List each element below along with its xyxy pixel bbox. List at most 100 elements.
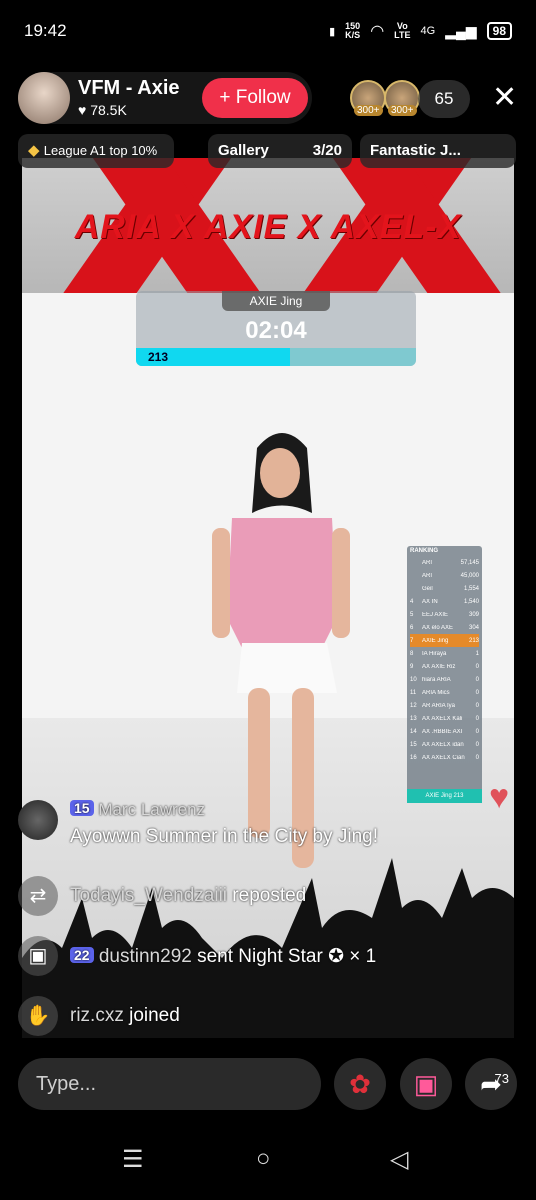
ranking-name: hiara ARIA [422, 676, 451, 683]
speed-indicator: 150 K/S [345, 22, 360, 40]
ranking-name: IA Hiraya [422, 650, 447, 657]
close-icon[interactable]: ✕ [492, 83, 517, 113]
chat-username[interactable]: Todayis_Wendzaiii [70, 885, 227, 906]
timer-name: AXIE Jing [222, 291, 330, 311]
viewer-badge: 300+ [354, 105, 383, 116]
ranking-row[interactable]: 12 AR ARIA Iya 0 [410, 699, 479, 712]
ranking-row[interactable]: ARI 45,000 [410, 569, 479, 582]
fantastic-label: Fantastic J... [370, 142, 461, 159]
stage-banner: ARIA X AXIE X AXEL-X [22, 158, 514, 293]
ranking-name: AX AXELX Kali [422, 715, 463, 722]
ranking-list: ARI 57,145 ARI 45,000 Geil 1,554 4 AX IN 1,540 5 E… [410, 556, 479, 764]
repost-icon: ⇄ [18, 876, 58, 916]
ranking-name: AXIE Jing [422, 637, 449, 644]
home-icon[interactable]: ○ [256, 1145, 271, 1173]
host-likes: ♥ 78.5K [78, 102, 127, 118]
viewer-badge: 300+ [388, 105, 417, 116]
ranking-position: 15 [410, 741, 417, 748]
ranking-score: 309 [468, 611, 479, 618]
ranking-name: ARIA Mics [422, 689, 450, 696]
ranking-row[interactable]: 5 EEJ AXIE 309 [410, 608, 479, 621]
ranking-row[interactable]: 4 AX IN 1,540 [410, 595, 479, 608]
level-badge: 15 [70, 800, 94, 816]
menu-icon[interactable]: ☰ [122, 1145, 144, 1174]
gift-icon: ▣ [18, 936, 58, 976]
network-label: 4G [420, 25, 436, 37]
comment-input[interactable]: Type... [18, 1058, 321, 1110]
chat-avatar[interactable] [18, 800, 58, 840]
fantastic-pill[interactable]: Fantastic J... [360, 134, 516, 168]
league-pill[interactable]: ◆ League A1 top 10% [18, 134, 174, 168]
ranking-score: 0 [475, 741, 479, 748]
ranking-score: 1,540 [463, 598, 479, 605]
ranking-position: 6 [410, 624, 414, 631]
share-button[interactable]: ➦ 73 [465, 1058, 517, 1110]
chat-text: sent Night Star [197, 946, 323, 967]
ranking-name: AX AXIE Riz [422, 663, 456, 670]
viewer-count[interactable]: 65 [418, 80, 470, 118]
gift-multiplier: × 1 [349, 946, 377, 967]
ranking-row[interactable]: 11 ARIA Mics 0 [410, 686, 479, 699]
league-label: League A1 top 10% [43, 143, 158, 158]
star-icon: ✪ [328, 946, 344, 967]
ranking-name: AX IN [422, 598, 438, 605]
chat-line: 22 dustinn292 sent Night Star ✪ × 1 [70, 945, 376, 968]
ranking-name: ARI [422, 559, 433, 566]
ranking-score: 0 [475, 754, 479, 761]
host-name: VFM - Axie [78, 77, 180, 99]
chat-username[interactable]: Marc Lawrenz [98, 800, 205, 819]
clock: 19:42 [24, 21, 67, 40]
battery-indicator: 98 [486, 22, 512, 40]
ranking-row[interactable]: 9 AX AXIE Riz 0 [410, 660, 479, 673]
ranking-position: 11 [410, 689, 417, 696]
chat-username[interactable]: riz.cxz [70, 1005, 124, 1026]
diamond-icon: ◆ [28, 142, 40, 159]
level-badge: 22 [70, 947, 94, 963]
rose-icon[interactable]: ✿ [334, 1058, 386, 1110]
ranking-name: AX elo AXE [422, 624, 454, 631]
timer-clock: 02:04 [245, 317, 307, 344]
chat-line: Todayis_Wendzaiii reposted [70, 885, 306, 907]
score-progress-bar: 213 [136, 348, 416, 366]
ranking-name: AX AXELX Cian [422, 754, 465, 761]
gallery-pill[interactable]: Gallery 3/20 [208, 134, 352, 168]
ranking-score: 0 [475, 676, 479, 683]
ranking-self: AXIE Jing 213 [407, 789, 482, 803]
ranking-row[interactable]: ARI 57,145 [410, 556, 479, 569]
speed-unit: K/S [345, 30, 361, 40]
ranking-score: 0 [475, 689, 479, 696]
ranking-title: RANKING [410, 548, 438, 554]
chat-text: joined [129, 1005, 180, 1026]
gift-button[interactable]: ▣ [400, 1058, 452, 1110]
chat-username[interactable]: dustinn292 [99, 946, 192, 967]
status-icons: ▮ 150 K/S ◠ Vo LTE 4G ▂▄▆ 98 [329, 21, 512, 41]
host-avatar[interactable] [18, 72, 70, 124]
ranking-position: 16 [410, 754, 417, 761]
chat-text: reposted [232, 885, 307, 906]
viewer-avatar[interactable]: 300+ [350, 80, 386, 116]
score-value: 213 [148, 350, 169, 364]
chat-text: Ayowwn Summer in the City by Jing! [70, 826, 378, 847]
ranking-row[interactable]: 13 AX AXELX Kali 0 [410, 712, 479, 725]
ranking-name: ARI [422, 572, 433, 579]
gallery-count: 3/20 [312, 142, 342, 159]
ranking-row[interactable]: 6 AX elo AXE 304 [410, 621, 479, 634]
ranking-row[interactable]: 14 AX .RBBIE AXI 0 [410, 725, 479, 738]
ranking-row[interactable]: 8 IA Hiraya 1 [410, 647, 479, 660]
ranking-score: 0 [475, 728, 479, 735]
ranking-panel[interactable]: RANKING ARI 57,145 ARI 45,000 Geil 1,554 4 AX I… [407, 546, 482, 803]
viewer-list[interactable]: 300+ 300+ 65 [350, 80, 470, 118]
ranking-row[interactable]: 16 AX AXELX Cian 0 [410, 751, 479, 764]
ranking-row[interactable]: 15 AX AXELX idan 0 [410, 738, 479, 751]
ranking-row[interactable]: Geil 1,554 [410, 582, 479, 595]
ranking-row[interactable]: 7 AXIE Jing 213 [410, 634, 479, 647]
ranking-name: EEJ AXIE [422, 611, 449, 618]
ranking-position: 9 [410, 663, 414, 670]
ranking-position: 4 [410, 598, 414, 605]
viewer-avatar[interactable]: 300+ [384, 80, 420, 116]
wifi-icon: ◠ [370, 23, 385, 40]
ranking-row[interactable]: 10 hiara ARIA 0 [410, 673, 479, 686]
follow-button[interactable]: + Follow [202, 78, 308, 118]
volte-indicator: Vo LTE [394, 22, 410, 40]
back-icon[interactable]: ◁ [390, 1145, 408, 1174]
